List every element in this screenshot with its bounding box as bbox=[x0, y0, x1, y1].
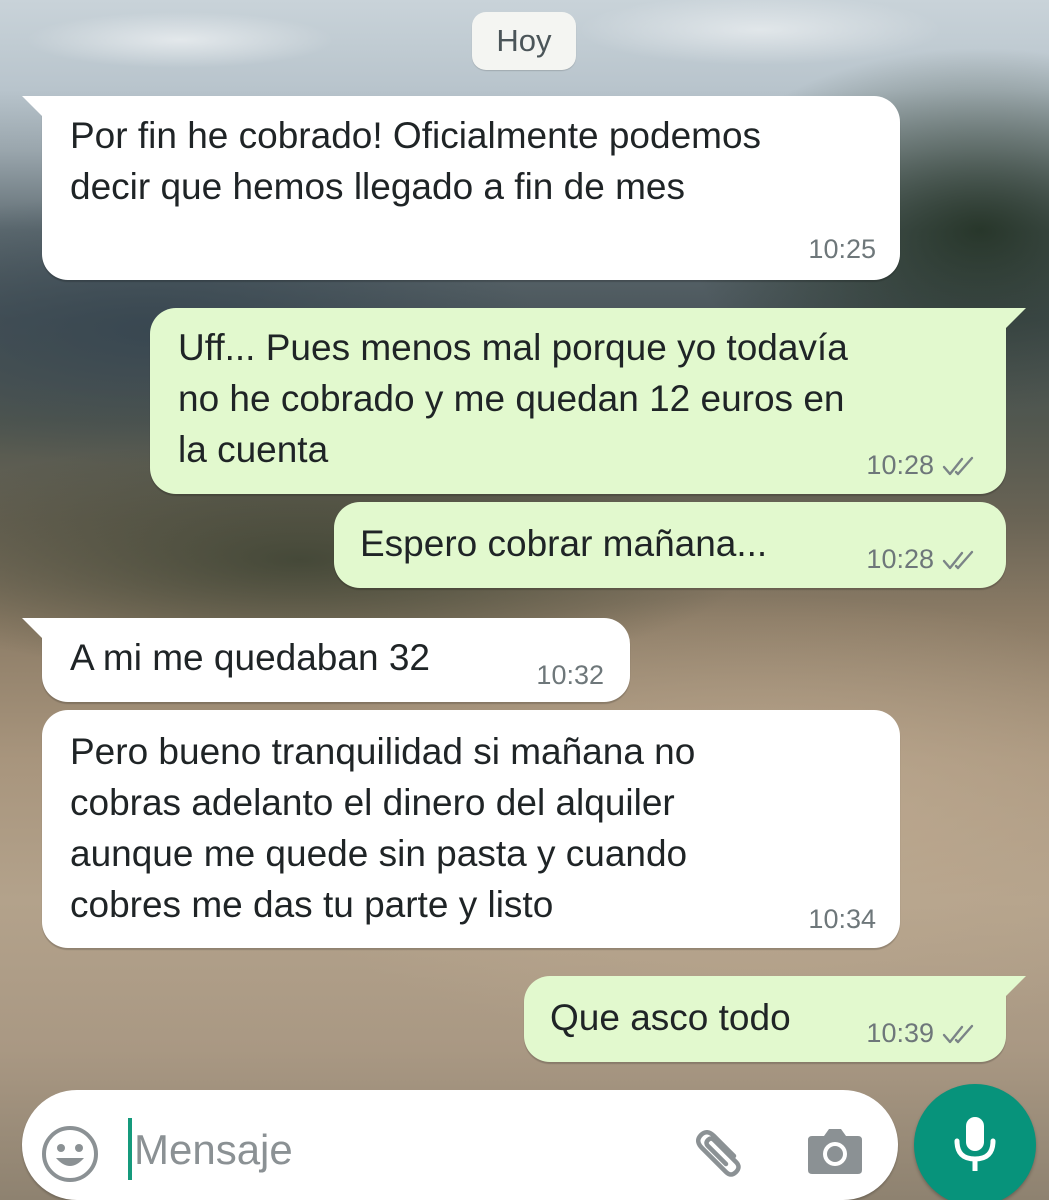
read-double-check-icon bbox=[942, 456, 974, 475]
read-double-check-icon bbox=[942, 550, 974, 569]
message-time: 10:32 bbox=[536, 660, 604, 690]
camera-icon[interactable] bbox=[804, 1120, 866, 1180]
message-meta: 10:28 bbox=[866, 450, 980, 481]
message-input[interactable]: Mensaje bbox=[134, 1120, 293, 1180]
message-text: Uff... Pues menos mal porque yo todavía … bbox=[178, 327, 848, 470]
message-time: 10:39 bbox=[866, 1018, 934, 1048]
message-bubble-incoming[interactable]: Pero bueno tranquilidad si mañana no cob… bbox=[42, 710, 900, 948]
paperclip-icon[interactable] bbox=[688, 1118, 752, 1182]
message-text: A mi me quedaban 32 bbox=[70, 637, 430, 678]
message-bubble-incoming[interactable]: Por fin he cobrado! Oficialmente podemos… bbox=[22, 96, 900, 280]
microphone-icon bbox=[954, 1117, 996, 1171]
message-text: Espero cobrar mañana... bbox=[360, 523, 768, 564]
message-text: Pero bueno tranquilidad si mañana no cob… bbox=[70, 731, 696, 925]
message-bubble-outgoing[interactable]: Espero cobrar mañana... 10:28 bbox=[334, 502, 1006, 588]
message-time: 10:25 bbox=[808, 234, 876, 264]
message-bubble-outgoing[interactable]: Uff... Pues menos mal porque yo todavía … bbox=[150, 308, 1026, 494]
message-meta: 10:28 bbox=[866, 544, 980, 575]
voice-message-button[interactable] bbox=[914, 1084, 1036, 1200]
emoji-icon[interactable] bbox=[40, 1124, 100, 1184]
message-time: 10:28 bbox=[866, 450, 934, 480]
message-time: 10:34 bbox=[808, 904, 876, 934]
message-text: Por fin he cobrado! Oficialmente podemos… bbox=[70, 115, 762, 207]
message-meta: 10:34 bbox=[808, 904, 876, 935]
message-time: 10:28 bbox=[866, 544, 934, 574]
text-cursor bbox=[128, 1118, 132, 1180]
message-bubble-incoming[interactable]: A mi me quedaban 32 10:32 bbox=[22, 618, 630, 702]
message-meta: 10:32 bbox=[536, 660, 604, 691]
message-bubble-outgoing[interactable]: Que asco todo 10:39 bbox=[524, 976, 1026, 1062]
message-meta: 10:25 bbox=[808, 234, 876, 265]
date-divider: Hoy bbox=[472, 12, 576, 70]
read-double-check-icon bbox=[942, 1024, 974, 1043]
message-text: Que asco todo bbox=[550, 997, 791, 1038]
message-meta: 10:39 bbox=[866, 1018, 980, 1049]
